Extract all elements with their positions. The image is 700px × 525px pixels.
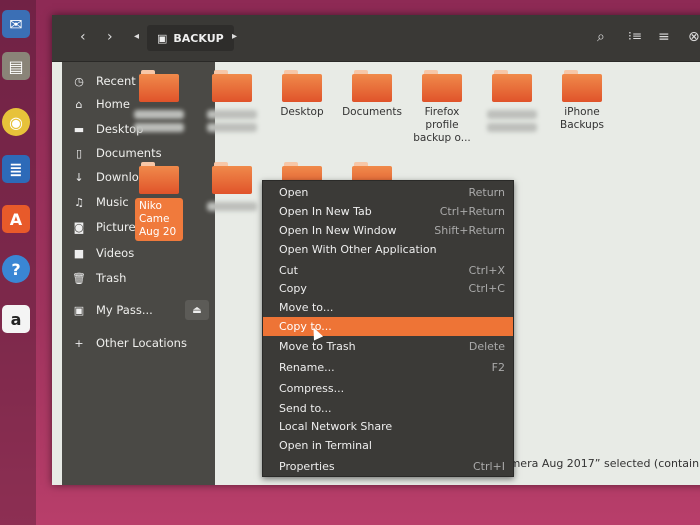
menu-item-cut[interactable]: Cut Ctrl+X bbox=[263, 261, 513, 280]
menu-item-move-to[interactable]: Move to... bbox=[263, 298, 513, 317]
menu-item-local-network-share[interactable]: Local Network Share bbox=[263, 417, 513, 436]
menu-item-open[interactable]: Open Return bbox=[263, 183, 513, 202]
sidebar-item-other-locations[interactable]: + Other Locations bbox=[62, 332, 215, 354]
folder-icon[interactable] bbox=[212, 162, 252, 196]
clock-icon: ◷ bbox=[74, 74, 84, 88]
menu-item-send-to[interactable]: Send to... bbox=[263, 399, 513, 418]
rhythmbox-icon[interactable]: ◉ bbox=[2, 108, 30, 136]
folder-label[interactable]: Firefox profile backup o... bbox=[407, 106, 477, 145]
amazon-icon[interactable]: a bbox=[2, 305, 30, 333]
document-icon: ▯ bbox=[75, 146, 83, 160]
sidebar-item-trash[interactable]: 🗑 Trash bbox=[62, 267, 215, 289]
music-note-icon: ♫ bbox=[74, 195, 84, 209]
launcher: ✉ ▤ ◉ ≣ A ? a bbox=[0, 0, 36, 525]
plus-icon: + bbox=[74, 336, 84, 350]
folder-label[interactable]: iPhone Backups bbox=[547, 106, 617, 132]
folder-icon[interactable] bbox=[422, 70, 462, 104]
sidebar-item-videos[interactable]: ■ Videos bbox=[62, 242, 215, 264]
home-icon: ⌂ bbox=[75, 97, 83, 111]
blurred-folder-label bbox=[134, 110, 184, 119]
menu-item-rename[interactable]: Rename... F2 bbox=[263, 358, 513, 377]
folder-icon[interactable] bbox=[139, 70, 179, 104]
blurred-folder-label bbox=[207, 123, 257, 132]
menu-item-copy[interactable]: Copy Ctrl+C bbox=[263, 279, 513, 298]
eject-button[interactable]: ⏏ bbox=[185, 300, 209, 320]
sidebar-item-documents[interactable]: ▯ Documents bbox=[62, 142, 215, 164]
menu-item-open-in-new-tab[interactable]: Open In New Tab Ctrl+Return bbox=[263, 202, 513, 221]
blurred-folder-label bbox=[487, 123, 537, 132]
blurred-folder-label bbox=[207, 202, 257, 211]
forward-icon[interactable]: › bbox=[107, 29, 113, 45]
menu-item-open-in-terminal[interactable]: Open in Terminal bbox=[263, 436, 513, 455]
selected-folder-label[interactable]: Niko Came Aug 20 bbox=[135, 198, 183, 241]
menu-item-compress[interactable]: Compress... bbox=[263, 379, 513, 398]
folder-icon[interactable] bbox=[562, 70, 602, 104]
search-icon[interactable]: ⌕ bbox=[597, 29, 605, 45]
software-center-icon[interactable]: A bbox=[2, 205, 30, 233]
menu-item-open-with-other-application[interactable]: Open With Other Application bbox=[263, 240, 513, 259]
arrow-down-icon: ↓ bbox=[74, 170, 84, 184]
menu-item-open-in-new-window[interactable]: Open In New Window Shift+Return bbox=[263, 221, 513, 240]
drive-icon: ▣ bbox=[157, 31, 168, 45]
blurred-folder-label bbox=[207, 110, 257, 119]
folder-label[interactable]: Documents bbox=[337, 106, 407, 119]
trash-icon: 🗑 bbox=[72, 271, 86, 285]
files-icon[interactable]: ▤ bbox=[2, 52, 30, 80]
menu-item-properties[interactable]: Properties Ctrl+I bbox=[263, 457, 513, 476]
menu-item-move-to-trash[interactable]: Move to Trash Delete bbox=[263, 337, 513, 356]
path-right-icon[interactable]: ▸ bbox=[232, 31, 237, 42]
video-icon: ■ bbox=[73, 246, 85, 260]
camera-icon: ◙ bbox=[73, 220, 85, 234]
folder-icon[interactable] bbox=[492, 70, 532, 104]
folder-label[interactable]: Desktop bbox=[267, 106, 337, 119]
folder-icon[interactable] bbox=[352, 70, 392, 104]
blurred-folder-label bbox=[134, 123, 184, 132]
writer-icon[interactable]: ≣ bbox=[2, 155, 30, 183]
header-bar: ‹ › ◂ ▣ BACKUP ▸ ⌕ ⁝≡ ≡ ⊗ bbox=[52, 15, 700, 62]
folder-icon[interactable] bbox=[282, 70, 322, 104]
folder-icon[interactable] bbox=[212, 70, 252, 104]
menu-icon[interactable]: ≡ bbox=[658, 29, 670, 45]
thunderbird-icon[interactable]: ✉ bbox=[2, 10, 30, 38]
back-icon[interactable]: ‹ bbox=[80, 29, 86, 45]
drive-icon: ▣ bbox=[73, 303, 85, 317]
close-icon[interactable]: ⊗ bbox=[688, 29, 700, 45]
folder-icon[interactable] bbox=[139, 162, 179, 196]
context-menu: Open Return Open In New Tab Ctrl+Return Open… bbox=[262, 180, 514, 477]
path-bar-button[interactable]: ▣ BACKUP bbox=[147, 25, 234, 51]
path-left-icon[interactable]: ◂ bbox=[134, 31, 139, 42]
help-icon[interactable]: ? bbox=[2, 255, 30, 283]
menu-item-copy-to[interactable]: Copy to... bbox=[263, 317, 513, 336]
folder-icon: ▬ bbox=[73, 122, 85, 136]
blurred-folder-label bbox=[487, 110, 537, 119]
view-options-icon[interactable]: ⁝≡ bbox=[628, 29, 642, 43]
